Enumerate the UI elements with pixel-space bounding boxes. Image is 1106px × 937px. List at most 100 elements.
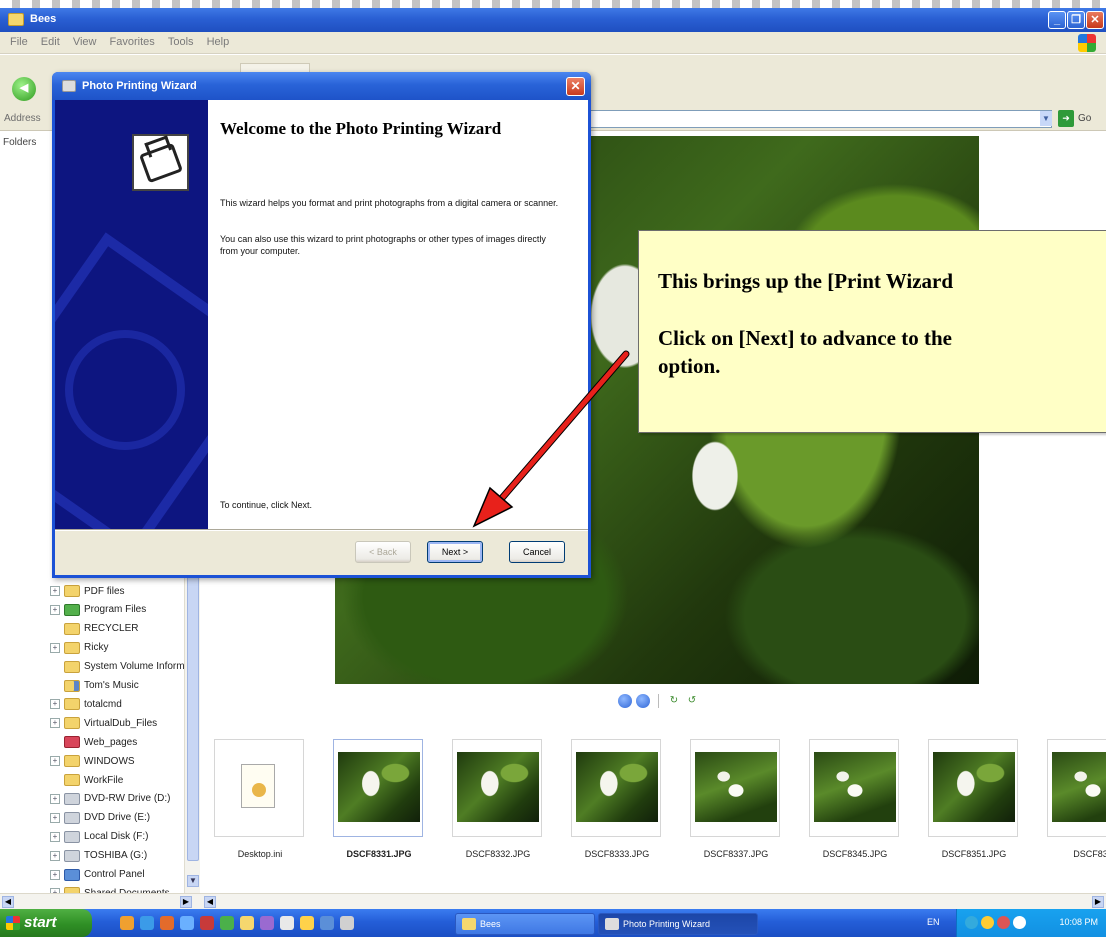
quicklaunch-icon[interactable] [240,916,254,930]
quicklaunch-icon[interactable] [260,916,274,930]
quicklaunch-icon[interactable] [320,916,334,930]
thumbnail-item[interactable]: DSCF8351.JPG [924,739,1020,863]
scroll-right-icon[interactable]: ▶ [1092,896,1104,908]
tree-item[interactable]: + DVD Drive (E:) [50,809,150,827]
taskbar-item-bees[interactable]: Bees [455,913,595,935]
scroll-left-icon[interactable]: ◀ [2,896,14,908]
wizard-title-bar[interactable]: Photo Printing Wizard ✕ [52,72,591,100]
start-button[interactable]: start [0,909,92,937]
address-dropdown-icon[interactable]: ▼ [1040,111,1052,126]
rotate-counterclockwise-icon[interactable]: ↺ [685,695,699,707]
taskbar-item-wizard[interactable]: Photo Printing Wizard [598,913,758,935]
thumbnail-frame [1047,739,1106,837]
tree-item[interactable]: + Ricky [50,639,108,657]
address-input[interactable] [590,110,1052,128]
scroll-right-icon[interactable]: ▶ [180,896,192,908]
tray-icon[interactable] [997,916,1010,929]
language-indicator[interactable]: EN [927,917,940,927]
quicklaunch-icon[interactable] [220,916,234,930]
expand-icon[interactable]: + [50,699,60,710]
go-label[interactable]: Go [1078,113,1091,124]
scrollbar-thumb[interactable] [187,571,199,861]
volume-icon[interactable] [1013,916,1026,929]
quicklaunch-icon[interactable] [160,916,174,930]
thumbnail-item[interactable]: DSCF8333.JPG [567,739,663,863]
quicklaunch-icon[interactable] [300,916,314,930]
tree-item[interactable]: WorkFile [50,771,123,789]
expand-icon[interactable]: + [50,793,60,804]
quicklaunch-icon[interactable] [200,916,214,930]
back-button[interactable]: < Back [355,541,411,563]
tree-item-label: DVD-RW Drive (D:) [84,793,171,805]
folder-icon [64,603,80,616]
expand-icon[interactable]: + [50,586,60,596]
tree-item[interactable]: + VirtualDub_Files [50,714,157,732]
back-button[interactable]: ◀ [12,77,36,101]
tree-item[interactable]: + totalcmd [50,695,122,713]
expand-icon[interactable]: + [50,756,60,767]
menu-help[interactable]: Help [207,36,230,48]
expand-icon[interactable]: + [50,604,60,615]
thumbnail-item[interactable]: DSCF835 [1043,739,1106,863]
thumbnail-item[interactable]: DSCF8345.JPG [805,739,901,863]
menu-tools[interactable]: Tools [168,36,194,48]
explorer-title-bar[interactable]: Bees _ ❐ ✕ [0,8,1106,32]
tree-item[interactable]: + TOSHIBA (G:) [50,847,147,865]
expand-icon[interactable]: + [50,812,60,823]
minimize-button[interactable]: _ [1048,11,1066,29]
tree-item[interactable]: Web_pages [50,733,137,751]
expand-icon[interactable]: + [50,869,60,880]
thumbnail-frame [928,739,1018,837]
quicklaunch-icon[interactable] [120,916,134,930]
expand-icon[interactable]: + [50,642,60,653]
expand-icon[interactable]: + [50,831,60,842]
tree-item[interactable]: + Program Files [50,601,146,619]
quicklaunch-icon[interactable] [180,916,194,930]
address-label: Address [4,113,41,124]
expand-icon[interactable]: + [50,718,60,729]
close-button[interactable]: ✕ [1086,11,1104,29]
tree-item[interactable]: + DVD-RW Drive (D:) [50,790,170,808]
folder-icon [64,736,80,749]
drive-icon [64,792,80,805]
menu-edit[interactable]: Edit [41,36,60,48]
rotate-clockwise-icon[interactable]: ↻ [667,695,681,707]
thumbnail-item[interactable]: DSCF8337.JPG [686,739,782,863]
tray-icon[interactable] [981,916,994,929]
tree-item-label: Control Panel [84,869,145,880]
quicklaunch-icon[interactable] [140,916,154,930]
thumbnail-strip: Desktop.ini DSCF8331.JPG DSCF8332.JPG DSCF8… [210,731,1106,881]
scroll-down-icon[interactable]: ▼ [187,875,199,887]
next-image-icon[interactable] [636,694,650,708]
menu-view[interactable]: View [73,36,97,48]
tree-item[interactable]: + WINDOWS [50,752,135,770]
menu-favorites[interactable]: Favorites [110,36,155,48]
horizontal-scrollbar[interactable]: ◀ ▶ ◀ ▶ [0,893,1106,909]
tree-item[interactable]: RECYCLER [50,620,138,638]
next-button[interactable]: Next > [427,541,483,563]
tree-item[interactable]: + PDF files [50,582,125,600]
tree-item-label: DVD Drive (E:) [84,812,151,824]
expand-icon[interactable]: + [50,850,60,861]
quicklaunch-icon[interactable] [280,916,294,930]
folder-icon [64,641,80,654]
tree-item[interactable]: Tom's Music [50,677,139,695]
tree-item-label: RECYCLER [84,623,139,635]
maximize-button[interactable]: ❐ [1067,11,1085,29]
thumbnail-item[interactable]: DSCF8331.JPG [329,739,425,863]
tree-item[interactable]: + Local Disk (F:) [50,828,148,846]
tree-item[interactable]: System Volume Inform [50,658,185,676]
previous-image-icon[interactable] [618,694,632,708]
thumbnail-item[interactable]: DSCF8332.JPG [448,739,544,863]
network-icon[interactable] [965,916,978,929]
scroll-left-icon[interactable]: ◀ [204,896,216,908]
tree-item-label: WINDOWS [84,755,135,767]
thumbnail-item[interactable]: Desktop.ini [210,739,306,863]
windows-flag-icon [6,916,20,930]
go-arrow-icon[interactable]: ➜ [1058,110,1074,127]
quicklaunch-icon[interactable] [340,916,354,930]
tree-item[interactable]: + Control Panel [50,866,145,884]
menu-file[interactable]: File [10,36,28,48]
wizard-close-button[interactable]: ✕ [566,77,585,96]
cancel-button[interactable]: Cancel [509,541,565,563]
